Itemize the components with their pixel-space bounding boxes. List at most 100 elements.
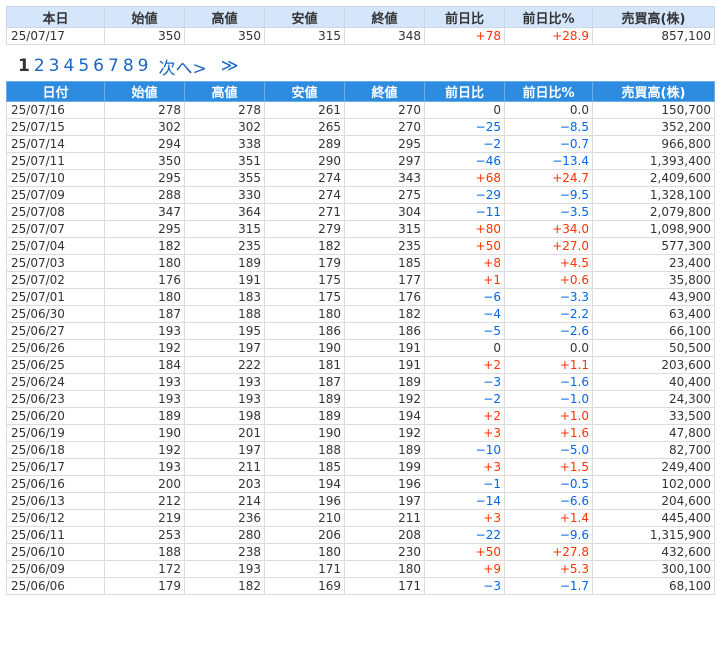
cell-change: +3 [424,458,505,476]
cell-close: 182 [344,305,425,323]
cell-open: 193 [104,373,185,391]
cell-change-pct: −3.3 [504,288,593,306]
next-page-link[interactable]: 次へ> [158,54,206,79]
cell-close: 186 [344,322,425,340]
cell-low: 265 [264,118,345,136]
cell-low: 189 [264,390,345,408]
cell-change-pct: −1.6 [504,373,593,391]
cell-high: 280 [184,526,265,544]
cell-change-pct: −13.4 [504,152,593,170]
page-link-6[interactable]: 6 [93,56,104,76]
cell-volume: 203,600 [592,356,715,374]
cell-volume: 577,300 [592,237,715,255]
last-page-link[interactable]: ≫ [221,56,239,76]
cell-low: 171 [264,560,345,578]
cell-volume: 47,800 [592,424,715,442]
cell-date: 25/07/02 [6,271,105,289]
cell-change: −10 [424,441,505,459]
table-row: 25/06/16 200 203 194 196 −1 −0.5 102,000 [6,475,715,493]
table-row: 25/06/11 253 280 206 208 −22 −9.6 1,315,900 [6,526,715,544]
cell-close: 189 [344,441,425,459]
cell-open: 302 [104,118,185,136]
cell-volume: 352,200 [592,118,715,136]
cell-change-pct: −2.2 [504,305,593,323]
page-link-7[interactable]: 7 [108,56,119,76]
cell-close: 189 [344,373,425,391]
cell-open: 188 [104,543,185,561]
cell-close: 192 [344,390,425,408]
cell-change: +50 [424,543,505,561]
cell-low: 206 [264,526,345,544]
cell-close: 197 [344,492,425,510]
today-date: 25/07/17 [6,27,105,45]
cell-high: 188 [184,305,265,323]
cell-low: 181 [264,356,345,374]
cell-open: 193 [104,458,185,476]
pagination: 1 2 3 4 5 6 7 8 9 次へ> ≫ [18,54,239,79]
cell-low: 274 [264,186,345,204]
cell-date: 25/06/30 [6,305,105,323]
cell-date: 25/06/06 [6,577,105,595]
cell-open: 189 [104,407,185,425]
table-row: 25/06/06 179 182 169 171 −3 −1.7 68,100 [6,577,715,595]
cell-high: 198 [184,407,265,425]
page-link-8[interactable]: 8 [123,56,134,76]
table-row: 25/07/04 182 235 182 235 +50 +27.0 577,300 [6,237,715,255]
cell-high: 355 [184,169,265,187]
cell-open: 182 [104,237,185,255]
page-link-5[interactable]: 5 [78,56,89,76]
cell-open: 350 [104,152,185,170]
cell-close: 185 [344,254,425,272]
cell-low: 274 [264,169,345,187]
daily-header-low: 安値 [264,81,345,102]
cell-high: 193 [184,560,265,578]
cell-high: 189 [184,254,265,272]
cell-open: 347 [104,203,185,221]
cell-high: 238 [184,543,265,561]
cell-open: 295 [104,169,185,187]
cell-open: 180 [104,254,185,272]
cell-close: 211 [344,509,425,527]
table-row: 25/07/14 294 338 289 295 −2 −0.7 966,800 [6,135,715,153]
cell-close: 177 [344,271,425,289]
cell-date: 25/06/09 [6,560,105,578]
cell-change: 0 [424,101,505,119]
cell-date: 25/06/20 [6,407,105,425]
cell-change-pct: 0.0 [504,339,593,357]
cell-change-pct: −2.6 [504,322,593,340]
cell-volume: 1,393,400 [592,152,715,170]
cell-date: 25/07/16 [6,101,105,119]
cell-change-pct: +4.5 [504,254,593,272]
cell-low: 279 [264,220,345,238]
cell-high: 197 [184,441,265,459]
today-header-date: 本日 [6,6,105,28]
page-link-4[interactable]: 4 [64,56,75,76]
cell-change-pct: +0.6 [504,271,593,289]
cell-change: +68 [424,169,505,187]
cell-open: 294 [104,135,185,153]
daily-table-body: 25/07/16 278 278 261 270 0 0.0 150,700 25/07/15 3… [6,101,715,595]
cell-close: 180 [344,560,425,578]
cell-low: 182 [264,237,345,255]
table-row: 25/06/12 219 236 210 211 +3 +1.4 445,400 [6,509,715,527]
cell-change-pct: +1.1 [504,356,593,374]
cell-change: −1 [424,475,505,493]
cell-high: 222 [184,356,265,374]
cell-date: 25/06/11 [6,526,105,544]
page-link-3[interactable]: 3 [49,56,60,76]
daily-header-change-pct: 前日比% [504,81,593,102]
table-row: 25/06/19 190 201 190 192 +3 +1.6 47,800 [6,424,715,442]
table-row: 25/06/17 193 211 185 199 +3 +1.5 249,400 [6,458,715,476]
cell-close: 196 [344,475,425,493]
cell-low: 180 [264,305,345,323]
cell-change: +80 [424,220,505,238]
cell-date: 25/06/26 [6,339,105,357]
page-link-9[interactable]: 9 [138,56,149,76]
cell-change: −46 [424,152,505,170]
cell-open: 193 [104,390,185,408]
cell-change: −5 [424,322,505,340]
cell-change-pct: +27.0 [504,237,593,255]
cell-change: +50 [424,237,505,255]
today-volume: 857,100 [592,27,715,45]
page-link-2[interactable]: 2 [34,56,45,76]
